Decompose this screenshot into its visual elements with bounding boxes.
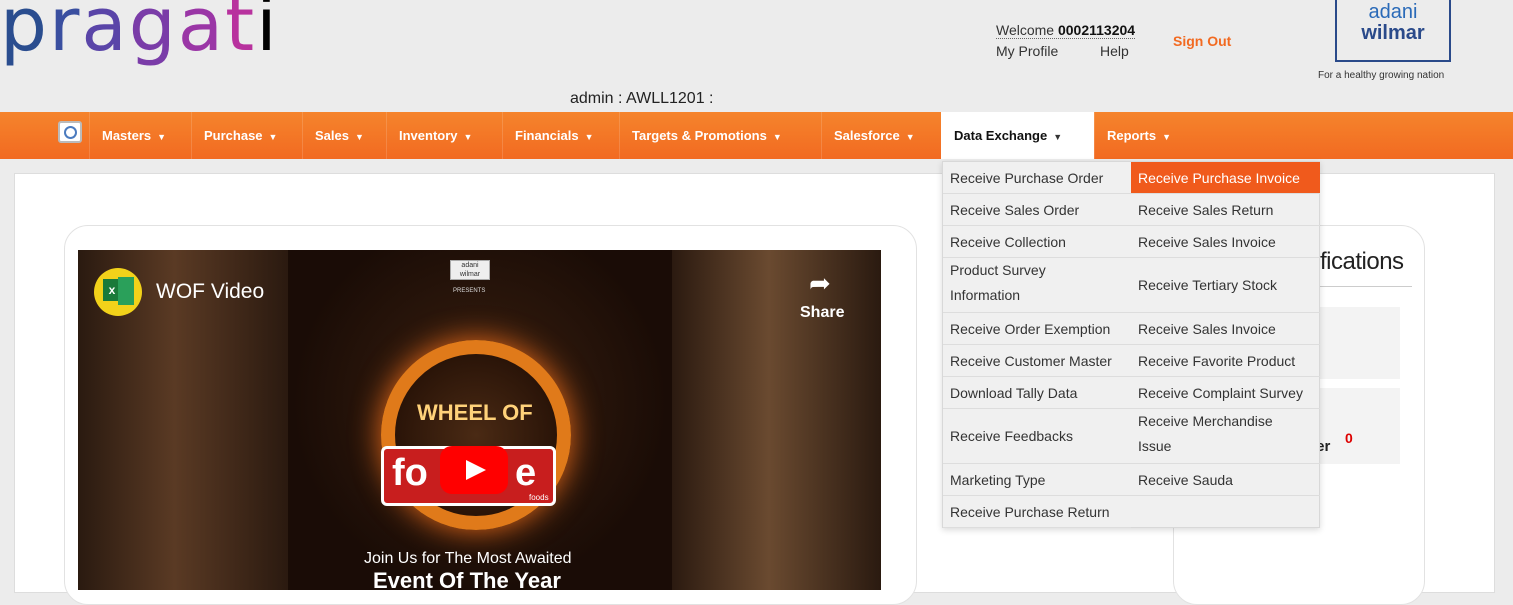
caret-icon: ▼	[772, 132, 782, 142]
wheel-label: WHEEL OF	[417, 400, 533, 425]
logo-letter: t	[225, 0, 257, 68]
mini-brand-line2: wilmar	[459, 271, 481, 278]
nav-label: Sales	[315, 128, 349, 143]
caret-icon: ▼	[157, 132, 167, 142]
caret-icon: ▼	[1162, 132, 1172, 142]
nav-purchase[interactable]: Purchase ▼	[191, 112, 302, 159]
nav-financials[interactable]: Financials ▼	[502, 112, 619, 159]
logo-letter: p	[0, 0, 49, 68]
nav-sales[interactable]: Sales ▼	[302, 112, 386, 159]
share-arrow-icon[interactable]: ➦	[809, 268, 831, 299]
help-link[interactable]: Help	[1100, 43, 1129, 59]
main-nav: Masters ▼ Purchase ▼ Sales ▼ Inventory ▼ Fin…	[0, 112, 1513, 159]
menu-receive-sales-return[interactable]: Receive Sales Return	[1131, 194, 1320, 226]
sign-out-link[interactable]: Sign Out	[1173, 33, 1231, 49]
header: pragati Welcome 0002113204 My Profile He…	[0, 0, 1513, 112]
caret-icon: ▼	[905, 132, 915, 142]
menu-receive-purchase-order[interactable]: Receive Purchase Order	[943, 162, 1131, 194]
menu-product-survey-information[interactable]: Product Survey Information	[943, 258, 1131, 313]
menu-receive-purchase-return[interactable]: Receive Purchase Return	[943, 496, 1131, 528]
notifications-title: fications	[1320, 248, 1404, 275]
menu-receive-sales-invoice[interactable]: Receive Sales Invoice	[1131, 226, 1320, 258]
brand-line1: adani	[1368, 1, 1418, 23]
user-id: 0002113204	[1057, 22, 1136, 38]
video-tagline-1: Join Us for The Most Awaited	[364, 550, 572, 567]
nav-targets-promotions[interactable]: Targets & Promotions ▼	[619, 112, 821, 159]
menu-label-line2: Issue	[1138, 438, 1172, 454]
caret-icon: ▼	[1053, 132, 1063, 142]
nav-label: Salesforce	[834, 128, 900, 143]
menu-receive-order-exemption[interactable]: Receive Order Exemption	[943, 313, 1131, 345]
nav-data-exchange[interactable]: Data Exchange ▼	[941, 112, 1094, 159]
brand-line2: wilmar	[1361, 22, 1425, 44]
video-tagline-2: Event Of The Year	[373, 568, 561, 590]
menu-receive-purchase-invoice[interactable]: Receive Purchase Invoice	[1131, 162, 1320, 194]
nav-label: Inventory	[399, 128, 458, 143]
menu-label-line1: Product Survey	[950, 262, 1046, 278]
search-icon[interactable]	[58, 121, 82, 143]
logo-letter: a	[177, 0, 226, 68]
logo-letter: g	[128, 0, 178, 68]
nav-masters[interactable]: Masters ▼	[89, 112, 191, 159]
brand-tagline: For a healthy growing nation	[1318, 70, 1445, 81]
admin-info: admin : AWLL1201 :	[570, 90, 714, 107]
video-title[interactable]: WOF Video	[156, 280, 264, 304]
share-button[interactable]: Share	[800, 304, 844, 322]
mini-brand-logo: adani wilmar	[450, 260, 490, 280]
menu-receive-sauda[interactable]: Receive Sauda	[1131, 464, 1320, 496]
mini-brand-line1: adani	[461, 262, 479, 269]
video-player[interactable]: WOF Video ➦ Share adani wilmar PRESENTS W…	[78, 250, 881, 590]
welcome-line: Welcome 0002113204	[996, 22, 1136, 39]
menu-receive-collection[interactable]: Receive Collection	[943, 226, 1131, 258]
nav-salesforce[interactable]: Salesforce ▼	[821, 112, 941, 159]
menu-receive-customer-master[interactable]: Receive Customer Master	[943, 345, 1131, 377]
menu-receive-sales-invoice-2[interactable]: Receive Sales Invoice	[1131, 313, 1320, 345]
menu-receive-feedbacks[interactable]: Receive Feedbacks	[943, 409, 1131, 464]
nav-label: Purchase	[204, 128, 263, 143]
play-button[interactable]	[440, 446, 508, 494]
menu-download-tally-data[interactable]: Download Tally Data	[943, 377, 1131, 409]
fortune-text-left: fo	[392, 452, 428, 494]
nav-reports[interactable]: Reports ▼	[1094, 112, 1195, 159]
nav-inventory[interactable]: Inventory ▼	[386, 112, 502, 159]
menu-receive-sales-order[interactable]: Receive Sales Order	[943, 194, 1131, 226]
caret-icon: ▼	[463, 132, 473, 142]
nav-label: Targets & Promotions	[632, 128, 767, 143]
menu-receive-merchandise-issue[interactable]: Receive Merchandise Issue	[1131, 409, 1320, 464]
nav-label: Financials	[515, 128, 579, 143]
logo-letter: r	[48, 0, 82, 68]
adani-wilmar-logo: adani wilmar	[1335, 0, 1451, 62]
caret-icon: ▼	[354, 132, 364, 142]
logo-letter: a	[81, 0, 129, 68]
welcome-label: Welcome	[996, 22, 1055, 38]
data-exchange-dropdown: Receive Purchase Order Receive Sales Ord…	[942, 161, 1320, 528]
menu-marketing-type[interactable]: Marketing Type	[943, 464, 1131, 496]
my-profile-link[interactable]: My Profile	[996, 43, 1058, 59]
nav-label: Data Exchange	[954, 128, 1048, 143]
channel-icon[interactable]	[94, 268, 142, 316]
nav-label: Masters	[102, 128, 152, 143]
menu-receive-complaint-survey[interactable]: Receive Complaint Survey	[1131, 377, 1320, 409]
notification-count-badge: 0	[1345, 430, 1353, 446]
menu-receive-favorite-product[interactable]: Receive Favorite Product	[1131, 345, 1320, 377]
menu-label-line2: Information	[950, 287, 1021, 303]
nav-label: Reports	[1107, 128, 1157, 143]
menu-receive-tertiary-stock[interactable]: Receive Tertiary Stock	[1131, 258, 1320, 313]
logo-letter: i	[256, 0, 279, 68]
pragati-logo: pragati	[0, 0, 279, 62]
caret-icon: ▼	[584, 132, 594, 142]
fortune-text-right: e	[515, 452, 537, 494]
foods-text: foods	[529, 493, 549, 502]
caret-icon: ▼	[268, 132, 278, 142]
menu-label-line1: Receive Merchandise	[1138, 413, 1273, 429]
presents-text: PRESENTS	[453, 288, 486, 294]
